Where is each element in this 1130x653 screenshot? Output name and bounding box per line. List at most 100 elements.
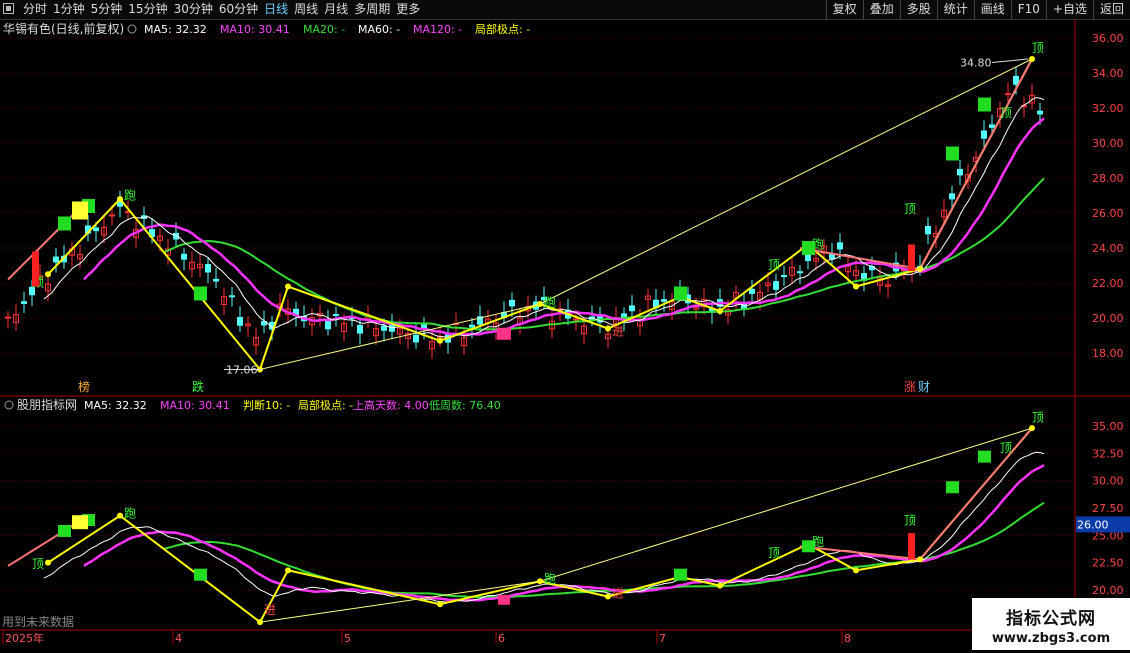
main-indicator-4: MA120: - — [413, 23, 462, 36]
future-data-note: 用到未来数据 — [2, 614, 74, 629]
toolbar-button-1[interactable]: 叠加 — [862, 0, 900, 19]
sub-ma10-line — [83, 464, 1045, 602]
current-value-label: 26.00 — [1077, 518, 1109, 531]
run-marker: 跑 — [544, 295, 556, 309]
toolbar-button-0[interactable]: 复权 — [825, 0, 863, 19]
candle-body — [205, 264, 211, 273]
sub-signal-box — [194, 568, 207, 581]
period-tab-4[interactable]: 30分钟 — [171, 1, 216, 18]
candle-body — [93, 227, 99, 232]
sub-enter-marker: 进 — [612, 587, 624, 601]
candle-body — [949, 193, 955, 200]
sub-tick-label: 27.50 — [1092, 502, 1124, 515]
candle-body — [229, 295, 235, 298]
toolbar-button-6[interactable]: +自选 — [1045, 0, 1093, 19]
candle-body — [509, 299, 515, 307]
price-tick-label: 20.00 — [1092, 312, 1124, 325]
signal-box — [978, 97, 991, 112]
period-tab-5[interactable]: 60分钟 — [216, 1, 261, 18]
candle-body — [421, 324, 427, 329]
signal-bar-red — [908, 244, 915, 271]
bottom-label-2: 涨 — [904, 379, 916, 394]
sub-top-marker: 顶 — [32, 557, 44, 571]
price-tick-label: 28.00 — [1092, 172, 1124, 185]
signal-bar-red — [32, 251, 39, 287]
signal-box-pink — [497, 327, 511, 340]
candle-body — [781, 275, 787, 278]
period-tab-3[interactable]: 15分钟 — [125, 1, 170, 18]
sub-indicator-0: MA5: 32.32 — [84, 399, 147, 412]
top-marker: 顶 — [1032, 41, 1044, 55]
sub-indicator-4: 上高天数: 4.00 — [353, 398, 429, 412]
toolbar-button-7[interactable]: 返回 — [1092, 0, 1130, 19]
period-tab-8[interactable]: 月线 — [321, 1, 351, 18]
sub-indicator-3: 局部极点: - — [298, 398, 353, 412]
sub-indicator-2: 判断10: - — [243, 398, 290, 412]
xaxis-label-0: 2025年 — [5, 631, 44, 645]
sub-top-marker: 顶 — [768, 546, 780, 560]
sub-signal-box-pink — [498, 594, 510, 605]
candle-body — [381, 325, 387, 331]
sub-signal-box — [978, 450, 991, 463]
sub-tick-label: 20.00 — [1092, 584, 1124, 597]
candle-body — [661, 299, 667, 302]
dropdown-icon — [127, 24, 137, 34]
sub-tick-label: 35.00 — [1092, 420, 1124, 433]
price-tick-label: 22.00 — [1092, 277, 1124, 290]
high-leader — [991, 58, 1029, 63]
toolbar-button-4[interactable]: 画线 — [973, 0, 1011, 19]
sub-signal-box-yellow — [72, 515, 88, 530]
period-tab-2[interactable]: 5分钟 — [88, 1, 126, 18]
signal-box — [58, 216, 71, 231]
menu-icon[interactable] — [3, 3, 14, 14]
pole-zigzag — [47, 58, 1033, 372]
period-tab-7[interactable]: 周线 — [291, 1, 321, 18]
pole-point — [605, 325, 611, 332]
main-indicator-3: MA60: - — [358, 23, 400, 36]
sub-pole-point — [537, 578, 543, 585]
sub-pole-point — [257, 619, 263, 626]
sub-title: 股朋指标网 — [17, 397, 77, 412]
watermark-title: 指标公式网 — [1006, 609, 1096, 629]
kline-chart[interactable]: 36.00 34.00 32.00 30.00 28.00 26.00 24.00 22.00… — [0, 20, 1130, 650]
candle-body — [325, 320, 331, 330]
price-tick-label: 32.00 — [1092, 102, 1124, 115]
price-tick-label: 26.00 — [1092, 207, 1124, 220]
signal-box — [946, 146, 959, 161]
toolbar-buttons: 复权 叠加 多股 统计 画线 F10 +自选 返回 — [825, 0, 1130, 19]
top-marker: 顶 — [1000, 106, 1012, 120]
chart-area[interactable]: 36.00 34.00 32.00 30.00 28.00 26.00 24.00 22.00… — [0, 20, 1130, 650]
sub-pole-point — [285, 567, 291, 574]
candle-body — [53, 256, 59, 263]
candle-body — [469, 324, 475, 328]
toolbar-button-2[interactable]: 多股 — [899, 0, 937, 19]
sub-tick-label: 22.50 — [1092, 557, 1124, 570]
candle-body — [357, 324, 363, 334]
candle-body — [333, 313, 339, 316]
period-tab-6[interactable]: 日线 — [261, 1, 291, 18]
sub-pole-point — [45, 559, 51, 566]
candle-body — [413, 334, 419, 343]
candle-body — [837, 242, 843, 250]
period-tab-0[interactable]: 分时 — [20, 1, 50, 18]
sub-indicator-5: 低周数: 76.40 — [429, 399, 501, 412]
candle-body — [925, 225, 931, 235]
sub-signal-box — [58, 524, 71, 537]
period-tab-9[interactable]: 多周期 — [351, 1, 393, 18]
candle-body — [1013, 75, 1019, 85]
period-tab-1[interactable]: 1分钟 — [50, 1, 88, 18]
top-marker: 顶 — [904, 202, 916, 216]
pole-point — [285, 283, 291, 290]
sub-pole-point — [717, 582, 723, 589]
toolbar-button-5[interactable]: F10 — [1010, 0, 1046, 19]
price-tick-label: 34.00 — [1092, 67, 1124, 80]
main-indicator-0: MA5: 32.32 — [144, 23, 207, 36]
candle-body — [797, 271, 803, 274]
candle-body — [629, 305, 635, 312]
sub-run-marker: 跑 — [812, 535, 824, 549]
signal-box-yellow — [72, 201, 88, 220]
pole-point — [437, 337, 443, 344]
trend-seg — [799, 58, 1033, 271]
toolbar-button-3[interactable]: 统计 — [936, 0, 974, 19]
period-tab-10[interactable]: 更多 — [393, 1, 423, 18]
